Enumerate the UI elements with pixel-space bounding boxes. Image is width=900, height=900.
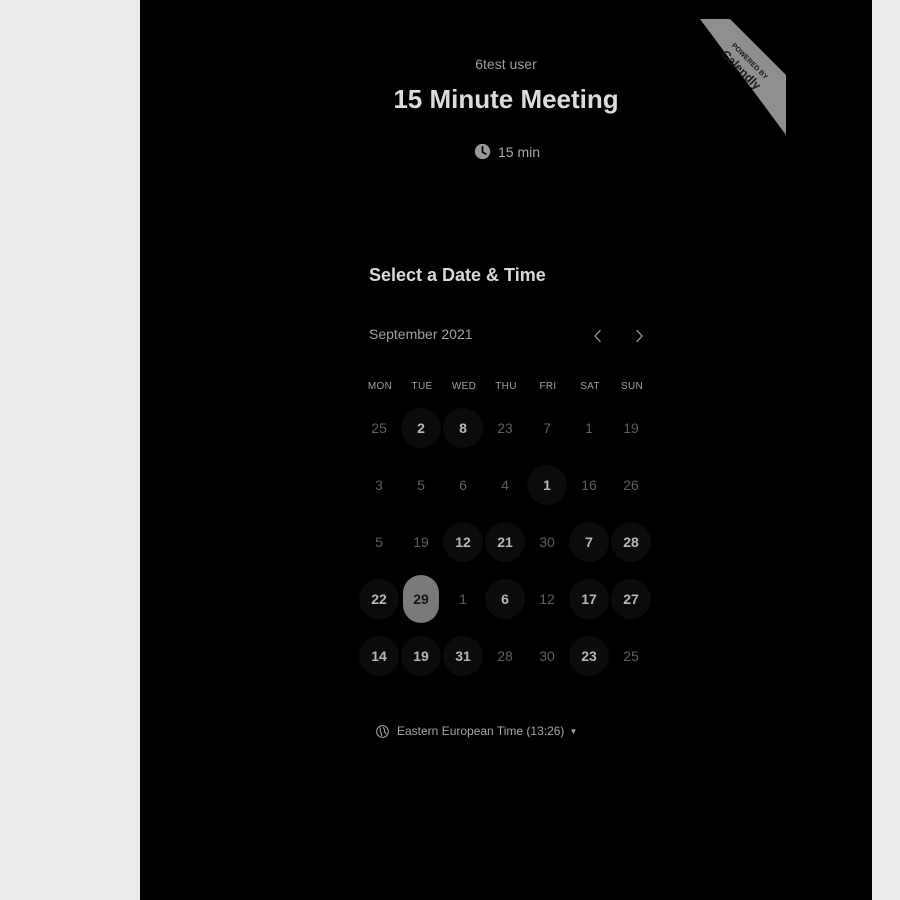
unavailable-date: 25	[371, 420, 387, 436]
event-title: 15 Minute Meeting	[393, 84, 619, 114]
available-date[interactable]: 21	[485, 522, 525, 562]
available-date[interactable]: 22	[359, 579, 399, 619]
weekday-header-sun: SUN	[620, 381, 643, 392]
available-date[interactable]: 23	[569, 636, 609, 676]
available-date[interactable]: 28	[611, 522, 651, 562]
unavailable-date: 26	[623, 477, 639, 493]
duration-label: 15 min	[498, 143, 541, 160]
weekday-header-tue: TUE	[411, 381, 433, 392]
unavailable-date: 6	[459, 477, 467, 493]
chevron-left-icon	[594, 329, 601, 343]
available-date[interactable]: 6	[485, 579, 525, 619]
booking-panel: POWERED BY Calendly 6test user 15 Minute…	[140, 0, 872, 900]
weekday-header-fri: FRI	[539, 381, 557, 392]
weekday-header-mon: MON	[367, 381, 393, 392]
next-month-button[interactable]	[625, 322, 653, 350]
available-date[interactable]: 7	[569, 522, 609, 562]
available-date[interactable]: 17	[569, 579, 609, 619]
unavailable-date: 28	[497, 648, 513, 664]
previous-month-button[interactable]	[584, 322, 612, 350]
available-date[interactable]: 8	[443, 408, 483, 448]
chevron-right-icon	[636, 329, 643, 343]
caret-down-icon: ▼	[569, 726, 578, 736]
unavailable-date: 19	[413, 534, 429, 550]
timezone-selector[interactable]: Eastern European Time (13:26) ▼	[376, 724, 577, 738]
timezone-label: Eastern European Time (13:26)	[397, 724, 565, 738]
unavailable-date: 30	[539, 648, 555, 664]
select-date-heading: Select a Date & Time	[369, 265, 546, 285]
available-date[interactable]: 27	[611, 579, 651, 619]
unavailable-date: 3	[375, 477, 383, 493]
unavailable-date: 30	[539, 534, 555, 550]
unavailable-date: 23	[497, 420, 513, 436]
selected-date[interactable]: 29	[403, 575, 439, 623]
unavailable-date: 12	[539, 591, 555, 607]
available-date[interactable]: 14	[359, 636, 399, 676]
unavailable-date: 5	[417, 477, 425, 493]
unavailable-date: 19	[623, 420, 639, 436]
available-date[interactable]: 2	[401, 408, 441, 448]
unavailable-date: 7	[543, 420, 551, 436]
available-date[interactable]: 1	[527, 465, 567, 505]
globe-icon	[376, 724, 389, 738]
available-date[interactable]: 12	[443, 522, 483, 562]
month-label: September 2021	[369, 326, 473, 342]
unavailable-date: 4	[501, 477, 509, 493]
available-date[interactable]: 31	[443, 636, 483, 676]
unavailable-date: 25	[623, 648, 639, 664]
unavailable-date: 16	[581, 477, 597, 493]
weekday-header-sat: SAT	[580, 381, 600, 392]
available-date[interactable]: 19	[401, 636, 441, 676]
unavailable-date: 1	[459, 591, 467, 607]
weekday-header-wed: WED	[451, 381, 477, 392]
host-name: 6test user	[475, 56, 537, 72]
event-duration: 15 min	[474, 143, 540, 160]
weekday-header-thu: THU	[495, 381, 517, 392]
clock-icon	[474, 143, 491, 160]
unavailable-date: 5	[375, 534, 383, 550]
powered-by-calendly-badge[interactable]: POWERED BY Calendly	[700, 19, 786, 135]
unavailable-date: 1	[585, 420, 593, 436]
